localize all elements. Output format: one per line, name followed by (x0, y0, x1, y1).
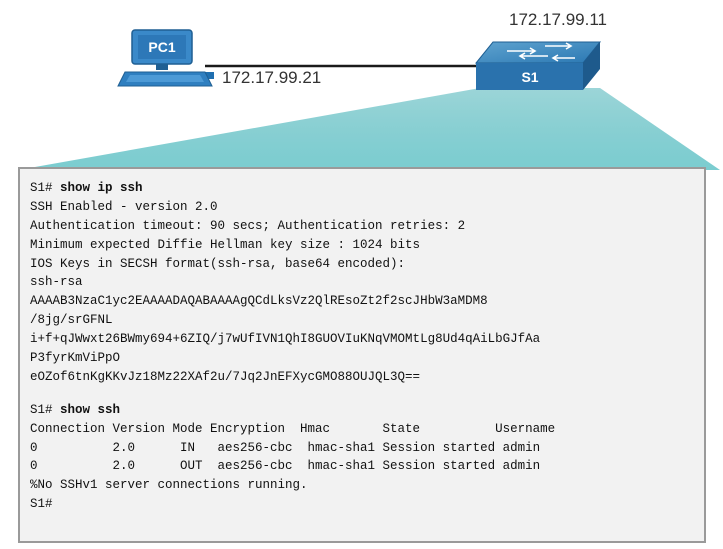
cli-command: show ip ssh (60, 181, 143, 195)
output-line: /8jg/srGFNL (30, 313, 113, 328)
pc1-icon: PC1 (117, 29, 213, 87)
command-line: S1# show ssh (30, 401, 700, 420)
terminal-output: S1# show ip ssh SSH Enabled - version 2.0… (18, 167, 706, 543)
show-ssh-output: S1# show ssh Connection Version Mode Encr… (30, 401, 700, 514)
switch-s1-label: S1 (521, 69, 538, 85)
output-line: Authentication timeout: 90 secs; Authent… (30, 218, 466, 233)
show-ip-ssh-output: S1# show ip ssh SSH Enabled - version 2.0… (30, 179, 700, 387)
output-line: eOZof6tnKgKKvJz18Mz22XAf2u/7Jq2JnEFXycGM… (30, 369, 421, 384)
output-line: P3fyrKmViPpO (30, 351, 121, 366)
cli-prompt: S1# (30, 402, 61, 417)
output-line: %No SSHv1 server connections running. (30, 478, 308, 493)
output-line: 0 2.0 OUT aes256-cbc hmac-sha1 Session s… (30, 459, 541, 474)
network-topology: PC1 S1 (18, 29, 720, 170)
command-line: S1# show ip ssh (30, 179, 700, 198)
switch-s1-ip-address: 172.17.99.11 (509, 10, 607, 29)
output-line: SSH Enabled - version 2.0 (30, 199, 218, 214)
cli-prompt: S1# (30, 181, 61, 195)
pc1-label: PC1 (148, 39, 175, 55)
switch-s1-icon: S1 (474, 41, 602, 90)
cli-prompt: S1# (30, 497, 53, 512)
output-line: i+f+qJWwxt26BWmy694+6ZIQ/j7wUfIVN1QhI8GU… (30, 332, 541, 347)
output-line: AAAAB3NzaC1yc2EAAAADAQABAAAAgQCdLksVz2Ql… (30, 294, 488, 309)
output-line: 0 2.0 IN aes256-cbc hmac-sha1 Session st… (30, 440, 541, 455)
pc1-ip-address: 172.17.99.21 (222, 68, 322, 87)
output-line: ssh-rsa (30, 275, 83, 290)
zoom-beam (18, 88, 720, 170)
cli-command: show ssh (60, 402, 121, 417)
output-line: Minimum expected Diffie Hellman key size… (30, 237, 421, 252)
output-line: IOS Keys in SECSH format(ssh-rsa, base64… (30, 256, 406, 271)
output-line: Connection Version Mode Encryption Hmac … (30, 421, 556, 436)
command-line: S1# (30, 495, 700, 514)
